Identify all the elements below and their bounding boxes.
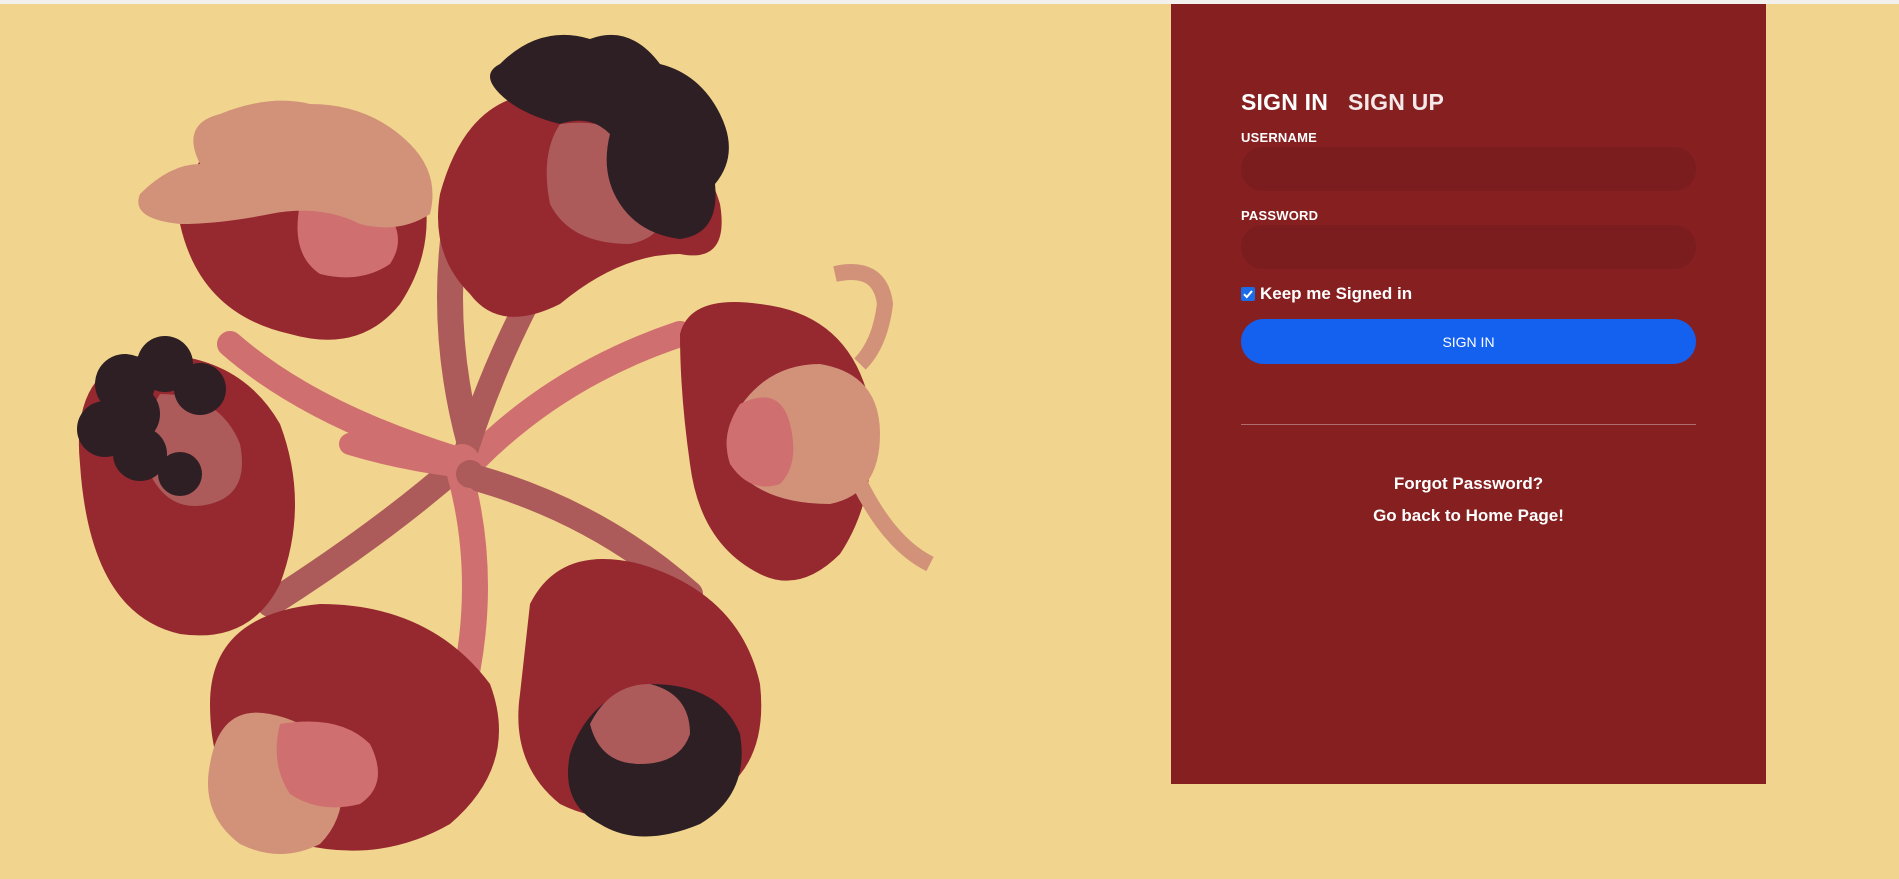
username-label: USERNAME [1241,130,1317,145]
password-label: PASSWORD [1241,208,1319,223]
password-input[interactable] [1241,225,1696,269]
group-hands-illustration [0,4,1171,879]
person-bottom-right [518,559,762,837]
auth-tabs: SIGN IN SIGN UP [1241,89,1444,116]
auth-panel: SIGN IN SIGN UP USERNAME PASSWORD Keep m… [1171,4,1766,784]
keep-signed-in-row: Keep me Signed in [1241,284,1412,304]
checkmark-icon [1243,290,1253,299]
forgot-password-link[interactable]: Forgot Password? [1241,474,1696,494]
home-page-link[interactable]: Go back to Home Page! [1241,506,1696,526]
divider [1241,424,1696,425]
person-right [680,264,934,581]
person-top [438,34,729,317]
person-bottom-left [208,604,499,854]
tab-sign-up[interactable]: SIGN UP [1348,89,1444,116]
person-top-left [138,100,433,340]
tab-sign-in[interactable]: SIGN IN [1241,89,1328,116]
username-input[interactable] [1241,147,1696,191]
keep-signed-in-checkbox[interactable] [1241,287,1255,301]
keep-signed-in-label[interactable]: Keep me Signed in [1260,284,1412,304]
sign-in-button[interactable]: SIGN IN [1241,319,1696,364]
